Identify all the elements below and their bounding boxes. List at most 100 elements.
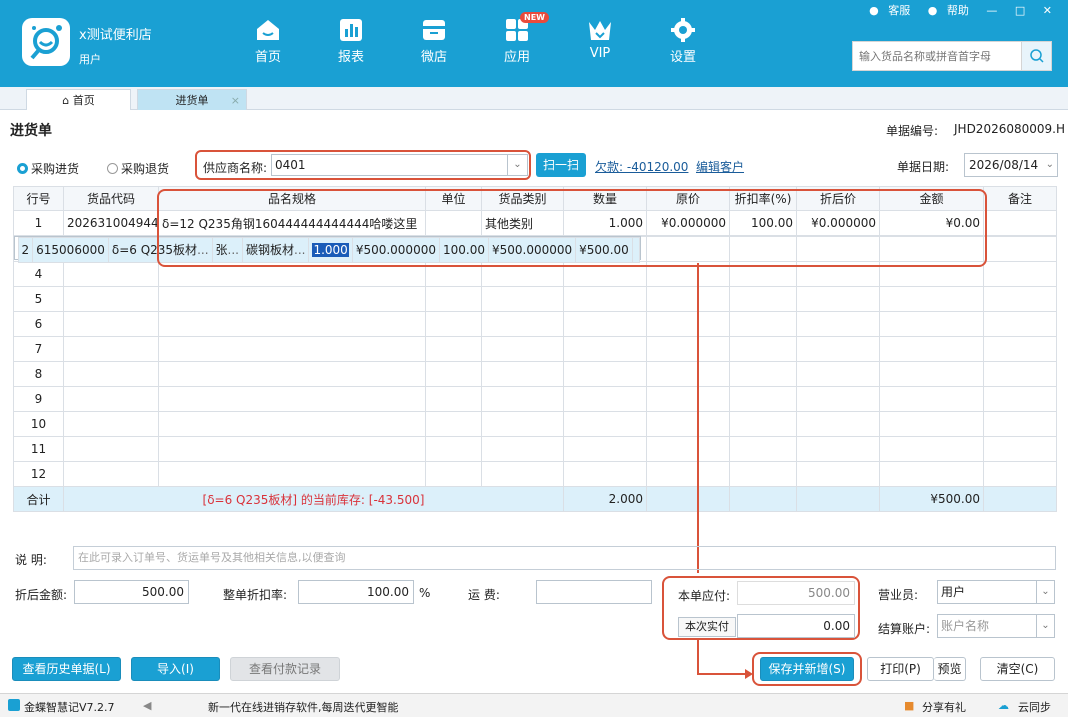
cell-category[interactable]: 碳钢板材... — [241, 237, 310, 263]
cell-row-no: 4 — [13, 261, 64, 287]
col-price: 原价 — [646, 186, 730, 211]
tab-purchase-order[interactable]: 进货单 × — [137, 89, 247, 110]
tab-close-icon[interactable]: × — [231, 90, 240, 111]
restore-button[interactable]: □ — [1015, 4, 1025, 17]
minimize-button[interactable]: — — [986, 4, 997, 17]
supplier-highlight: 供应商名称: 0401 ⌄ — [195, 150, 531, 180]
discount-total-field[interactable]: 500.00 — [74, 580, 189, 604]
more-button[interactable]: ... — [228, 239, 239, 261]
table-row-empty[interactable]: 10 — [13, 411, 1057, 437]
col-row-no: 行号 — [13, 186, 64, 211]
cell-qty[interactable]: 1.000 — [563, 210, 647, 236]
date-picker[interactable]: 2026/08/14 ⌄ — [964, 153, 1058, 177]
paid-field[interactable]: 0.00 — [737, 614, 855, 638]
whole-discount-field[interactable]: 100.00 — [298, 580, 414, 604]
cloud-icon: ☁ — [998, 699, 1009, 712]
doc-number-label: 单据编号: — [886, 124, 939, 138]
clear-button[interactable]: 清空(C) — [980, 657, 1055, 681]
preview-button[interactable]: 预览 — [934, 657, 966, 681]
freight-field[interactable] — [536, 580, 652, 604]
scan-button[interactable]: 扫一扫 — [536, 153, 586, 177]
share-link[interactable]: 分享有礼 — [922, 699, 966, 715]
cell-qty-editing[interactable]: 1.000 — [308, 237, 353, 263]
cell-amount[interactable]: ¥0.00 — [879, 210, 984, 236]
cell-discount[interactable]: 100.00 — [729, 210, 797, 236]
cell-net-price[interactable]: ¥0.000000 — [796, 210, 880, 236]
nav-reports[interactable]: 报表 — [321, 18, 381, 68]
search-input[interactable] — [853, 42, 1021, 70]
cell-code[interactable]: 615006000 — [32, 237, 109, 263]
edit-customer-link[interactable]: 编辑客户 — [696, 158, 744, 175]
table-row-empty[interactable]: 6 — [13, 311, 1057, 337]
app-mini-icon — [8, 699, 20, 714]
payment-records-button[interactable]: 查看付款记录 — [230, 657, 340, 681]
chevron-down-icon[interactable]: ⌄ — [1036, 615, 1054, 637]
chevron-down-icon[interactable]: ⌄ — [507, 155, 527, 175]
cell-unit[interactable]: 张... — [211, 237, 243, 263]
cell-name[interactable]: δ=12 Q235角钢160444444444444哈喽这里 — [158, 210, 426, 236]
paid-label: 本次实付 — [678, 617, 736, 637]
radio-purchase-in[interactable]: 采购进货 — [17, 160, 79, 177]
nav-vip[interactable]: VIP — [570, 18, 630, 68]
table-row-empty[interactable]: 7 — [13, 336, 1057, 362]
print-button[interactable]: 打印(P) — [867, 657, 934, 681]
nav-home[interactable]: 首页 — [238, 18, 298, 68]
cell-price[interactable]: ¥0.000000 — [646, 210, 730, 236]
table-row-empty[interactable]: 12 — [13, 461, 1057, 487]
sync-link[interactable]: 云同步 — [1018, 699, 1051, 715]
more-button[interactable]: ... — [294, 239, 305, 261]
table-row-empty[interactable]: 11 — [13, 436, 1057, 462]
supplier-select[interactable]: 0401 ⌄ — [271, 154, 528, 176]
nav-settings[interactable]: 设置 — [653, 18, 713, 68]
history-button[interactable]: 查看历史单据(L) — [12, 657, 121, 681]
owe-link[interactable]: 欠款: -40120.00 — [595, 158, 688, 175]
cell-net-price[interactable]: ¥500.000000 — [487, 237, 577, 263]
annotation-box-payment: 本单应付: 500.00 本次实付 0.00 — [662, 576, 860, 640]
chevron-down-icon[interactable]: ⌄ — [1046, 154, 1054, 176]
discount-total-label: 折后金额: — [15, 588, 68, 602]
cell-unit[interactable] — [425, 210, 482, 236]
search-button[interactable] — [1021, 42, 1051, 70]
cell-price[interactable]: ¥500.000000 — [351, 237, 440, 263]
cell-row-no: 11 — [13, 436, 64, 462]
account-select[interactable]: 账户名称 ⌄ — [937, 614, 1055, 638]
col-unit: 单位 — [425, 186, 482, 211]
nav-vip-label: VIP — [589, 46, 611, 61]
close-button[interactable]: ✕ — [1043, 4, 1052, 17]
tab-home[interactable]: ⌂ 首页 — [26, 89, 131, 110]
cell-remark[interactable] — [631, 237, 640, 263]
import-button[interactable]: 导入(I) — [131, 657, 220, 681]
more-button[interactable]: ... — [197, 239, 208, 261]
col-amount: 金额 — [879, 186, 984, 211]
table-row[interactable]: 1 2026310049445 δ=12 Q235角钢1604444444444… — [13, 210, 1057, 236]
tab-purchase-order-label: 进货单 — [175, 94, 209, 107]
salesman-select[interactable]: 用户 ⌄ — [937, 580, 1055, 604]
radio-purchase-return[interactable]: 采购退货 — [107, 160, 169, 177]
status-bar: 金蝶智慧记V7.2.7 ◀ 新一代在线进销存软件,每周迭代更智能 ■ 分享有礼 … — [0, 693, 1068, 717]
total-label: 合计 — [13, 486, 64, 512]
cell-name[interactable]: δ=6 Q235板材... — [107, 237, 213, 263]
save-new-button[interactable]: 保存并新增(S) — [760, 657, 854, 681]
nav-apps[interactable]: NEW 应用 — [487, 12, 549, 68]
table-row-empty[interactable]: 8 — [13, 361, 1057, 387]
nav-settings-label: 设置 — [669, 50, 696, 65]
table-row-selected[interactable]: 2 615006000 δ=6 Q235板材... 张... 碳钢板材... 1… — [13, 236, 641, 263]
chevron-down-icon[interactable]: ⌄ — [1036, 581, 1054, 603]
store-user: 用户 — [79, 53, 101, 66]
remark-input[interactable]: 在此可录入订单号、货运单号及其他相关信息,以便查询 — [73, 546, 1056, 570]
chart-icon — [340, 19, 362, 41]
cell-row-no: 2 — [17, 237, 34, 263]
cell-category-text: 碳钢板材 — [245, 243, 294, 257]
nav-microstore[interactable]: 微店 — [404, 18, 464, 68]
cell-code[interactable]: 2026310049445 — [63, 210, 159, 236]
cell-discount[interactable]: 100.00 — [438, 237, 489, 263]
service-link[interactable]: 客服 — [888, 4, 910, 17]
table-row-empty[interactable]: 5 — [13, 286, 1057, 312]
help-link[interactable]: 帮助 — [947, 4, 969, 17]
table-header-row: 行号 货品代码 品名规格 单位 货品类别 数量 原价 折扣率(%) 折后价 金额… — [13, 186, 1057, 211]
table-row-empty[interactable]: 9 — [13, 386, 1057, 412]
table-row-empty[interactable]: 4 — [13, 261, 1057, 287]
cell-remark[interactable] — [983, 210, 1057, 236]
cell-amount[interactable]: ¥500.00 — [575, 237, 633, 263]
cell-category[interactable]: 其他类别 — [481, 210, 564, 236]
